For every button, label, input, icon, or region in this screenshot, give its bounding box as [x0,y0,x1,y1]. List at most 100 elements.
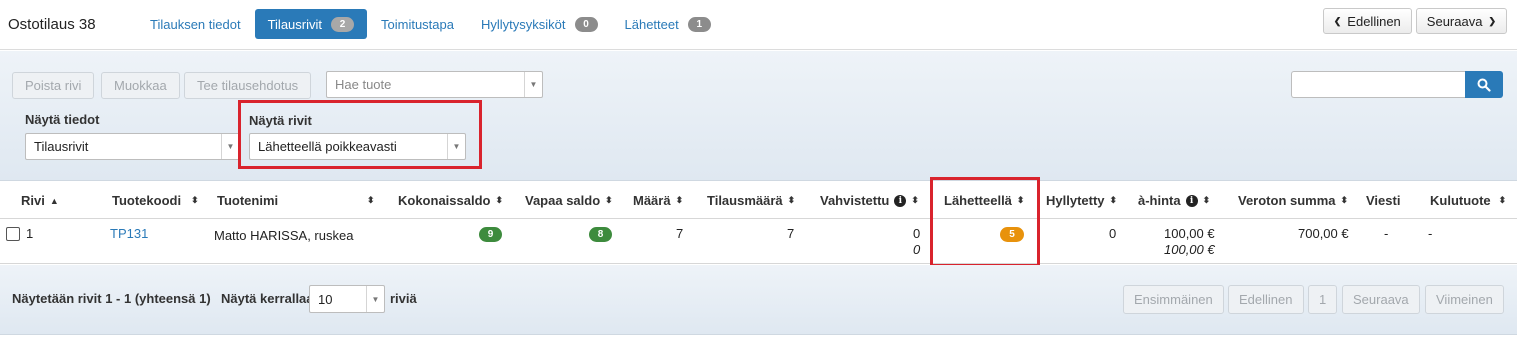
tab-shelving-units[interactable]: Hyllytysyksiköt 0 [468,9,611,39]
column-header-tuotenimi[interactable]: Tuotenimi [217,182,278,219]
sort-icon: ⬍ [495,195,504,205]
toolbar-area: Poista rivi Muokkaa Tee tilausehdotus Ha… [0,51,1517,181]
tab-dispatch-notes[interactable]: Lähetteet 1 [612,9,724,39]
cell-maara: 7 [676,226,684,241]
previous-label: Edellinen [1347,13,1401,29]
count-badge: 0 [574,16,598,32]
sort-icon: ⬍ [1498,195,1507,205]
cell-tuotekoodi-link[interactable]: TP131 [110,226,148,241]
delete-row-button[interactable]: Poista rivi [12,72,95,99]
caret-down-icon: ▼ [524,72,542,97]
stock-free-badge: 8 [589,227,612,242]
tab-order-rows[interactable]: Tilausrivit 2 [254,9,367,39]
sort-icon: ⬍ [367,195,375,205]
cell-rivi: 1 [26,226,34,241]
column-label: Tuotenimi [217,193,279,208]
column-header-maara[interactable]: Määrä ⬍ [633,182,683,219]
table-footer: Näytetään rivit 1 - 1 (yhteensä 1) Näytä… [0,265,1517,335]
page-header: Ostotilaus 38 Tilauksen tiedot Tilausriv… [0,0,1517,50]
cell-viesti: - [1384,226,1389,241]
show-data-select[interactable]: Tilausrivit ▼ [25,133,240,160]
product-search-placeholder: Hae tuote [335,77,392,92]
tab-delivery-method[interactable]: Toimitustapa [368,9,467,39]
product-search-select[interactable]: Hae tuote ▼ [326,71,543,98]
column-header-kulutuote[interactable]: Kulutuote ⬍ [1430,182,1506,219]
cell-a-hinta-sub: 100,00 € [1164,242,1215,257]
search-icon [1477,78,1491,92]
sort-icon: ⬍ [1109,195,1118,205]
create-order-suggestion-button[interactable]: Tee tilausehdotus [184,72,312,99]
next-page-button[interactable]: Seuraava [1342,285,1420,314]
highlight-box [238,100,482,169]
show-data-value: Tilausrivit [34,139,89,154]
column-header-vapaa-saldo[interactable]: Vapaa saldo ⬍ [525,182,613,219]
column-header-a-hinta[interactable]: à-hinta i ⬍ [1138,182,1210,219]
column-header-viesti: Viesti [1366,182,1400,219]
tab-label: Lähetteet [624,16,679,32]
column-header-kokonaissaldo[interactable]: Kokonaissaldo ⬍ [398,182,503,219]
last-page-button[interactable]: Viimeinen [1425,285,1504,314]
sort-icon: ⬍ [191,195,199,205]
sort-icon: ⬍ [1202,195,1211,205]
chevron-left-icon: ❮ [1333,15,1342,26]
column-label: Määrä [633,193,671,208]
count-badge: 1 [687,16,711,32]
per-page-label: Näytä kerrallaan [221,291,322,306]
cell-hyllytetty: 0 [1109,226,1117,241]
table-header: Rivi ▲ Tuotekoodi ⬍ Tuotenimi ⬍ Kokonaissa… [0,182,1517,219]
column-label: Rivi [21,193,45,208]
column-label: Kokonaissaldo [398,193,491,208]
search-input[interactable] [1291,71,1465,98]
cell-veroton-summa: 700,00 € [1298,226,1349,241]
column-label: Vahvistettu [820,193,890,208]
next-button[interactable]: Seuraava ❯ [1415,8,1507,34]
tab-order-details[interactable]: Tilauksen tiedot [137,9,254,39]
table-row: 1 TP131 Matto HARISSA, ruskea 9 8 7 7 0 … [0,219,1517,264]
show-data-label: Näytä tiedot [25,112,100,127]
column-label: Tilausmäärä [707,193,783,208]
column-header-rivi[interactable]: Rivi ▲ [21,182,59,219]
info-icon[interactable]: i [894,194,907,207]
column-label: Kulutuote [1430,193,1491,208]
showing-rows-text: Näytetään rivit 1 - 1 (yhteensä 1) [12,291,211,306]
page-title: Ostotilaus 38 [8,16,96,33]
sort-icon: ⬍ [675,195,684,205]
page-number-button[interactable]: 1 [1308,285,1338,314]
previous-button[interactable]: ❮ Edellinen [1322,8,1412,34]
column-header-tilausmaara[interactable]: Tilausmäärä ⬍ [707,182,795,219]
sort-asc-icon: ▲ [49,195,59,206]
column-header-veroton-summa[interactable]: Veroton summa ⬍ [1238,182,1348,219]
per-page-select[interactable]: 10 ▼ [309,285,385,313]
cell-vahvistettu-sub: 0 [913,242,921,257]
column-label: Tuotekoodi [112,193,182,208]
column-label: Viesti [1366,193,1401,208]
previous-page-button[interactable]: Edellinen [1228,285,1304,314]
caret-down-icon: ▼ [366,286,384,312]
sort-icon: ⬍ [911,195,919,205]
chevron-right-icon: ❯ [1488,15,1496,26]
sort-icon: ⬍ [787,195,796,205]
tab-nav: Tilauksen tiedot Tilausrivit 2 Toimitusta… [137,9,725,39]
row-checkbox[interactable] [6,227,20,241]
sort-icon[interactable]: ⬍ [362,182,375,219]
cell-kulutuote: - [1428,226,1433,241]
first-page-button[interactable]: Ensimmäinen [1123,285,1224,314]
column-label: à-hinta [1138,193,1181,208]
tab-label: Toimitustapa [381,16,454,32]
record-pager: ❮ Edellinen Seuraava ❯ [1322,8,1507,34]
cell-vahvistettu: 0 [913,226,921,241]
column-header-vahvistettu[interactable]: Vahvistettu i ⬍ [820,182,919,219]
column-header-tuotekoodi[interactable]: Tuotekoodi ⬍ [112,182,199,219]
search-button[interactable] [1465,71,1503,98]
tab-label: Hyllytysyksiköt [480,16,566,32]
sort-icon: ⬍ [1340,195,1349,205]
cell-a-hinta: 100,00 € [1164,226,1215,241]
info-icon[interactable]: i [1185,194,1198,207]
column-label: Hyllytetty [1046,193,1105,208]
edit-button[interactable]: Muokkaa [101,72,180,99]
tab-label: Tilausrivit [267,16,322,32]
tab-label: Tilauksen tiedot [150,16,241,32]
column-header-hyllytetty[interactable]: Hyllytetty ⬍ [1046,182,1117,219]
highlight-box [930,177,1040,267]
next-label: Seuraava [1426,13,1483,29]
